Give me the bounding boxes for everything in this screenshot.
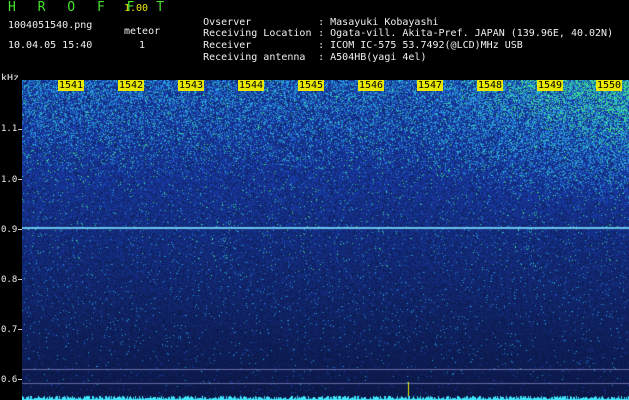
time-marker: 1548: [477, 80, 504, 91]
y-tick-label: 1.1: [1, 124, 18, 134]
y-tick-label: 0.6: [1, 375, 18, 385]
time-marker: 1547: [417, 80, 444, 91]
file-name: 1004051540.png: [8, 20, 93, 31]
capture-datetime: 10.04.05 15:40: [8, 40, 93, 51]
app-version: 1.00: [124, 3, 149, 14]
time-marker: 1543: [178, 80, 205, 91]
frequency-axis: 1.1 1.0 0.9 0.8 0.7 0.6: [0, 80, 22, 400]
info-row-antenna: Receiving antenna : A504HB(yagi 4el): [179, 40, 426, 76]
time-marker: 1545: [298, 80, 325, 91]
time-marker: 1542: [118, 80, 145, 91]
time-marker: 1546: [358, 80, 385, 91]
time-marker: 1541: [58, 80, 85, 91]
time-marker: 1544: [238, 80, 265, 91]
time-marker: 1550: [596, 80, 623, 91]
spectrogram-plot: [22, 80, 629, 400]
meteor-label: meteor: [124, 26, 161, 37]
y-tick-label: 1.0: [1, 175, 18, 185]
info-key: Receiving antenna: [203, 52, 306, 63]
y-tick-label: 0.9: [1, 225, 18, 235]
header-panel: H R O F F T 1.00 1004051540.png meteor 1…: [0, 0, 629, 84]
info-value: : A504HB(yagi 4el): [318, 52, 427, 63]
y-tick-label: 0.8: [1, 275, 18, 285]
meteor-count: 1: [139, 40, 146, 51]
time-marker: 1549: [537, 80, 564, 91]
spectrogram-canvas: [22, 80, 629, 400]
y-tick-label: 0.7: [1, 325, 18, 335]
